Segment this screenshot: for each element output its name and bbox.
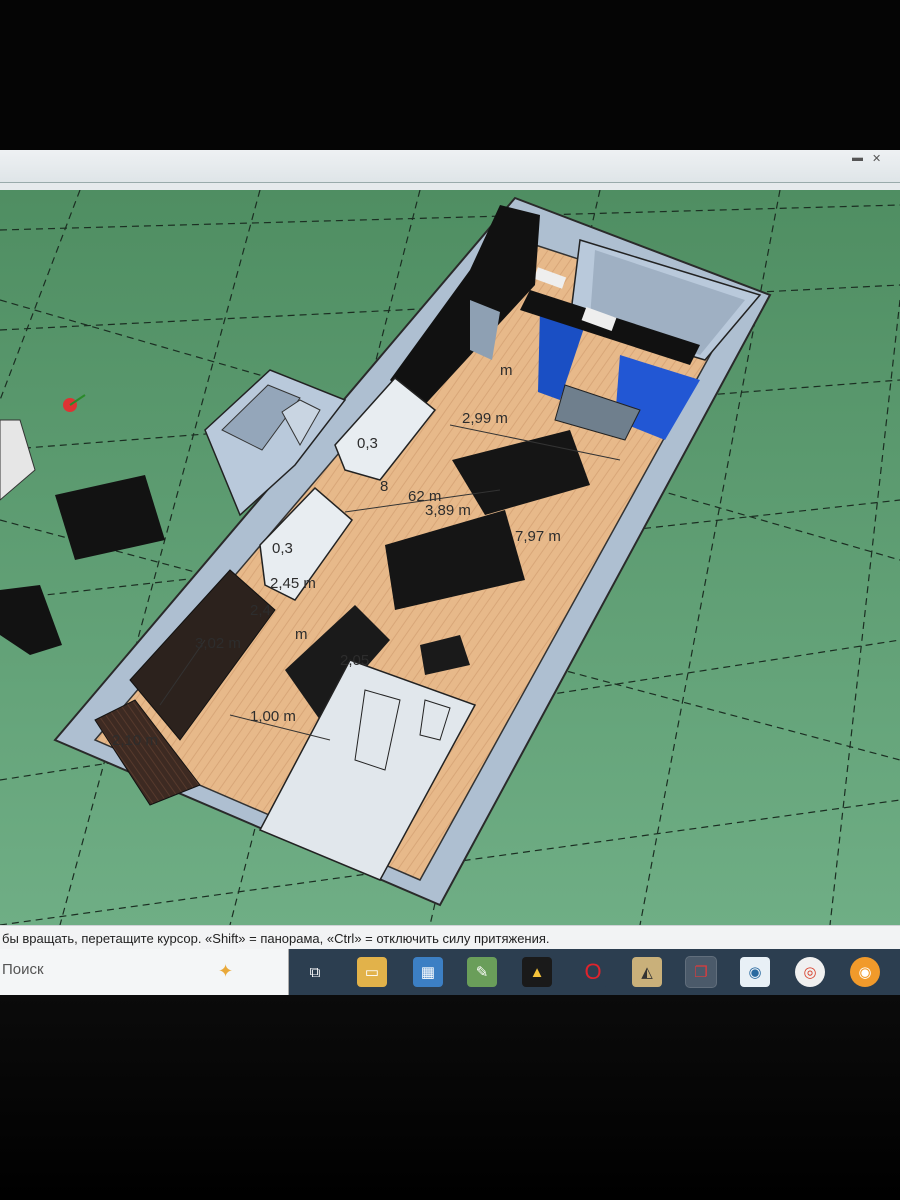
dimension-label-2: 2,99 m xyxy=(462,410,508,427)
status-hint: бы вращать, перетащите курсор. «Shift» =… xyxy=(2,931,550,946)
dimension-label-10: 2,4 xyxy=(250,602,271,619)
firefox-icon[interactable]: ◉ xyxy=(850,957,880,987)
windows-taskbar: Поиск ✦ ⧉ ▭ ▦ ✎ ▲ O ◭ ❐ ◉ ◎ ◉ xyxy=(0,949,900,995)
media-player-icon[interactable]: ◭ xyxy=(632,957,662,987)
dimension-label-6: 3,89 m xyxy=(425,502,471,519)
dimension-label-4: 8 xyxy=(380,478,389,495)
dimension-label-11: 3,02 m xyxy=(195,635,241,652)
browser-icon[interactable]: ◉ xyxy=(740,957,770,987)
dimension-label-1: m xyxy=(500,362,513,379)
dimension-label-14: 1,00 m xyxy=(250,708,296,725)
taskbar-search-box[interactable]: Поиск ✦ xyxy=(0,949,289,995)
file-explorer-icon[interactable]: ▭ xyxy=(357,957,387,987)
close-icon[interactable]: ✕ xyxy=(872,152,881,165)
paint-icon[interactable]: ✎ xyxy=(467,957,497,987)
opera-icon[interactable]: O xyxy=(578,957,608,987)
dimension-label-9: 2,45 m xyxy=(270,575,316,592)
dimension-label-13: 2,05 xyxy=(340,652,370,669)
monitor-bezel-bottom xyxy=(0,995,900,1200)
dimension-label-8: 0,3 xyxy=(272,540,293,557)
search-highlight-icon: ✦ xyxy=(218,961,234,981)
chrome-icon[interactable]: ◎ xyxy=(795,957,825,987)
dimension-label-12: m xyxy=(295,626,308,643)
task-view-icon[interactable]: ⧉ xyxy=(300,957,330,987)
search-label: Поиск xyxy=(2,961,44,978)
floor-plan-model xyxy=(0,190,900,925)
avast-icon[interactable]: ▲ xyxy=(522,957,552,987)
calculator-icon[interactable]: ▦ xyxy=(413,957,443,987)
minimize-icon[interactable]: ▬ xyxy=(852,152,863,164)
3d-model-viewport[interactable]: m 2,99 m 0,3 8 62 m 3,89 m 7,97 m 0,3 2,… xyxy=(0,190,900,925)
sketchup-icon[interactable]: ❐ xyxy=(685,956,717,988)
dimension-label-15: 2,10 m xyxy=(112,732,158,749)
dimension-label-3: 0,3 xyxy=(357,435,378,452)
dimension-label-7: 7,97 m xyxy=(515,528,561,545)
window-top-bar xyxy=(0,150,900,183)
status-bar: бы вращать, перетащите курсор. «Shift» =… xyxy=(0,925,900,950)
monitor-bezel-top xyxy=(0,0,900,150)
